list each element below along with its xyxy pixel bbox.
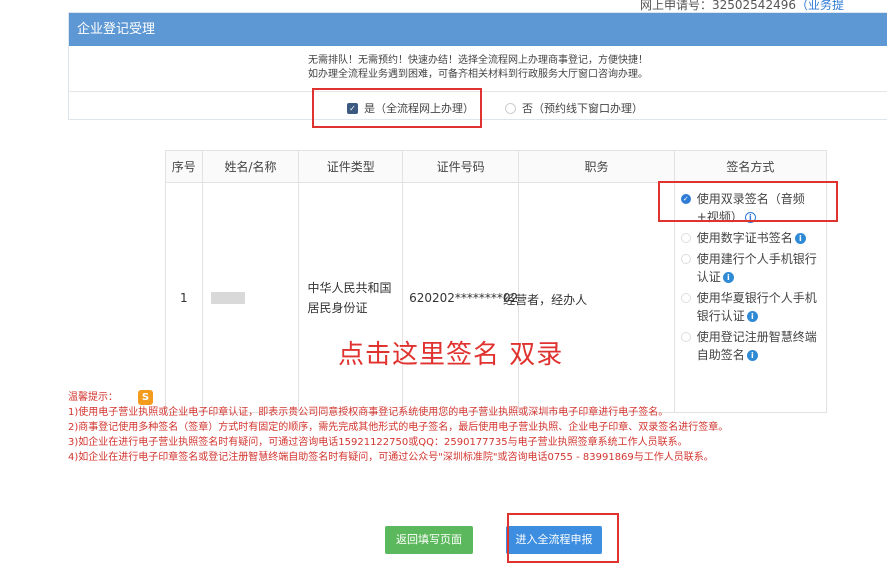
panel-title: 企业登记受理 [69, 13, 887, 46]
header-seq: 序号 [165, 150, 203, 183]
cell-id-number: 620202********02 经营者，经办人 [402, 182, 587, 413]
table-header-row: 序号 姓名/名称 证件类型 证件号码 职务 签名方式 [165, 150, 828, 183]
header-role: 职务 [518, 150, 675, 183]
sign-option-hxb-mobile[interactable]: 使用华夏银行个人手机银行认证 i [680, 289, 820, 325]
annotation-text: 点击这里签名 双录 [338, 340, 564, 370]
tips-section: 温馨提示： S 1)使用电子营业执照或企业电子印章认证，即表示贵公司同意授权商事登… [68, 390, 728, 465]
sign-option-smart-terminal[interactable]: 使用登记注册智慧终端自助签名 i [680, 328, 820, 364]
cell-seq: 1 [165, 182, 203, 413]
option-offline-window[interactable]: 否（预约线下窗口办理） [505, 100, 643, 116]
info-icon[interactable]: i [794, 233, 806, 244]
sign-option-digital-cert[interactable]: 使用数字证书签名 i [680, 229, 820, 247]
highlight-box-dual-record [658, 181, 838, 222]
header-name: 姓名/名称 [201, 150, 300, 183]
highlight-box-online-option [312, 88, 482, 128]
notice-text: 无需排队！无需预约！快速办结！选择全流程网上办理商事登记，方便快捷！ 如办理全流… [69, 54, 887, 82]
tip-line-3: 3)如企业在进行电子营业执照签名时有疑问，可通过咨询电话15921122750或… [68, 437, 688, 448]
cell-role: 经营者，经办人 [503, 292, 588, 307]
notice-line-1: 无需排队！无需预约！快速办结！选择全流程网上办理商事登记，方便快捷！ [308, 55, 648, 66]
radio-empty-icon[interactable] [505, 102, 516, 114]
radio-empty-icon[interactable] [680, 254, 691, 264]
redacted-name [210, 291, 245, 304]
sign-option-ccb-mobile[interactable]: 使用建行个人手机银行认证 i [680, 250, 820, 286]
highlight-box-submit [507, 513, 619, 563]
tips-title: 温馨提示： [68, 392, 118, 403]
tip-line-1: 1)使用电子营业执照或企业电子印章认证，即表示贵公司同意授权商事登记系统使用您的… [68, 407, 669, 418]
sogou-ime-icon: S [138, 390, 153, 405]
option-no-label: 否（预约线下窗口办理） [522, 102, 643, 115]
business-help-link[interactable]: （业务提 [796, 0, 844, 12]
header-id-number: 证件号码 [402, 150, 520, 183]
tip-line-4: 4)如企业在进行电子印章签名或登记注册智慧终端自助签名时有疑问，可通过公众号"深… [68, 452, 714, 463]
info-icon[interactable]: i [722, 272, 734, 283]
notice-line-2: 如办理全流程业务遇到困难，可备齐相关材料到行政服务大厅窗口咨询办理。 [308, 69, 648, 80]
radio-empty-icon[interactable] [680, 293, 691, 303]
cell-id-type: 中华人民共和国居民身份证 [298, 182, 404, 413]
info-icon[interactable]: i [746, 311, 758, 322]
back-to-edit-button[interactable]: 返回填写页面 [385, 526, 473, 554]
radio-empty-icon[interactable] [680, 332, 691, 342]
info-icon[interactable]: i [746, 350, 758, 361]
radio-empty-icon[interactable] [680, 233, 691, 243]
header-id-type: 证件类型 [298, 150, 404, 183]
tip-line-2: 2)商事登记使用多种签名（签章）方式时有固定的顺序，需先完成其他形式的电子签名，… [68, 422, 729, 433]
cell-name [201, 182, 300, 413]
header-sign-method: 签名方式 [673, 150, 828, 183]
